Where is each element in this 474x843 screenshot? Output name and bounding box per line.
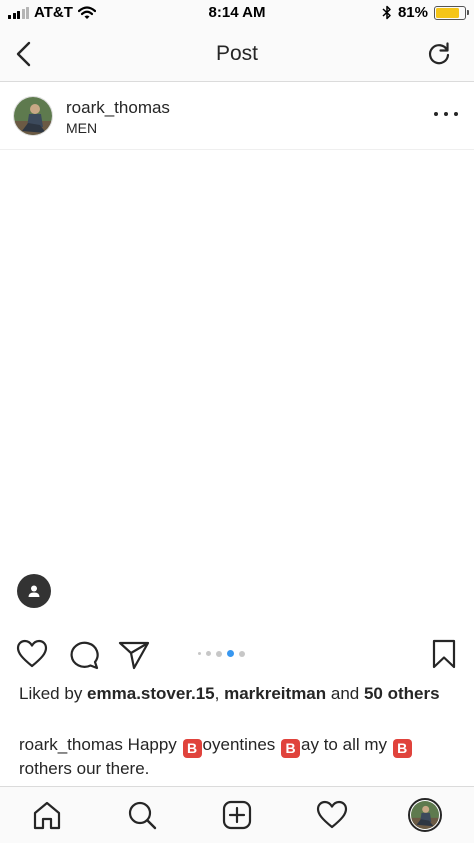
post-media[interactable] bbox=[0, 150, 474, 622]
more-dot-icon bbox=[444, 112, 448, 116]
likes-summary: Liked by emma.stover.15, markreitman and… bbox=[19, 684, 459, 704]
likes-separator: , bbox=[214, 684, 225, 703]
page-title: Post bbox=[215, 42, 259, 65]
activity-heart-icon[interactable] bbox=[316, 799, 348, 831]
likes-others[interactable]: 50 others bbox=[364, 684, 440, 703]
bluetooth-icon bbox=[382, 5, 391, 20]
more-dot-icon bbox=[434, 112, 438, 116]
b-button-emoji-icon: B bbox=[281, 739, 301, 758]
carousel-dot-active bbox=[227, 650, 234, 657]
user-avatar[interactable] bbox=[13, 96, 53, 136]
b-button-emoji-icon: B bbox=[392, 739, 412, 758]
carousel-indicator bbox=[198, 650, 245, 657]
tagged-users-button[interactable] bbox=[17, 574, 51, 608]
carousel-dot bbox=[198, 652, 201, 655]
caption-text: ay to all my bbox=[301, 735, 392, 754]
like-button[interactable] bbox=[16, 638, 48, 670]
b-button-emoji-icon: B bbox=[182, 739, 202, 758]
post-username[interactable]: roark_thomas bbox=[66, 98, 170, 118]
home-icon[interactable] bbox=[31, 799, 63, 831]
caption-text: Happy bbox=[122, 735, 182, 754]
post-actions bbox=[0, 636, 474, 672]
more-dot-icon bbox=[454, 112, 458, 116]
caption-text: oyentines bbox=[202, 735, 281, 754]
comment-button[interactable] bbox=[68, 638, 100, 670]
back-button[interactable] bbox=[12, 40, 38, 68]
liker-username[interactable]: emma.stover.15 bbox=[87, 684, 215, 703]
battery-percent: 81% bbox=[397, 4, 428, 21]
share-button[interactable] bbox=[118, 638, 150, 670]
bottom-tab-bar bbox=[0, 786, 474, 843]
more-options-button[interactable] bbox=[434, 106, 458, 122]
carousel-dot bbox=[239, 650, 245, 657]
status-bar: AT&T 8:14 AM 81% bbox=[0, 0, 474, 26]
likes-prefix: Liked by bbox=[19, 684, 88, 703]
battery-level bbox=[436, 7, 459, 18]
navigation-bar: Post bbox=[0, 26, 474, 82]
battery-icon bbox=[434, 5, 469, 20]
status-right: 81% bbox=[382, 4, 469, 21]
post-header: roark_thomas MEN bbox=[0, 82, 474, 150]
add-post-icon[interactable] bbox=[221, 799, 253, 831]
caption-username[interactable]: roark_thomas bbox=[19, 735, 123, 754]
search-icon[interactable] bbox=[126, 799, 158, 831]
carousel-dot bbox=[206, 651, 211, 656]
save-button[interactable] bbox=[430, 638, 458, 670]
profile-avatar[interactable] bbox=[408, 798, 442, 832]
post-location[interactable]: MEN bbox=[66, 120, 97, 136]
liker-username[interactable]: markreitman bbox=[224, 684, 326, 703]
person-icon bbox=[28, 585, 40, 597]
refresh-button[interactable] bbox=[426, 41, 452, 67]
carousel-dot bbox=[216, 650, 222, 657]
caption-text: rothers our there. bbox=[19, 759, 150, 778]
likes-middle: and bbox=[326, 684, 364, 703]
post-caption: roark_thomas Happy Boyentines Bay to all… bbox=[19, 734, 459, 779]
